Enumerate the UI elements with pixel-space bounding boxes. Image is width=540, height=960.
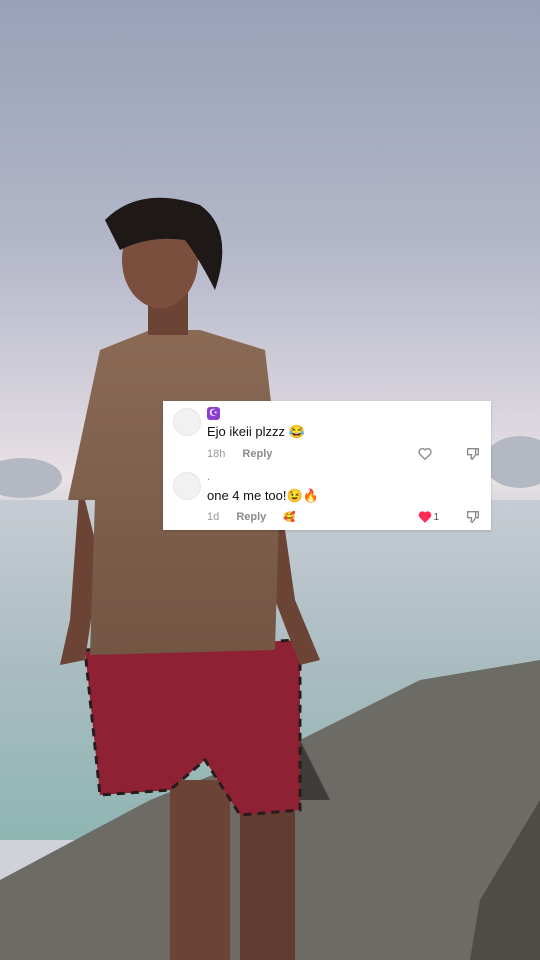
comment-text: one 4 me too!😉🔥	[207, 488, 319, 503]
creator-liked-icon: 🥰	[283, 512, 296, 523]
username[interactable]: ☪	[207, 407, 220, 420]
dislike-icon[interactable]	[465, 446, 481, 462]
reply-button[interactable]: Reply	[242, 448, 272, 460]
comment-age: 18h	[207, 448, 226, 460]
comment-item: ☪ Ejo ikeii plzzz 😂 18h Reply	[163, 401, 491, 465]
reply-button[interactable]: Reply	[236, 511, 266, 523]
avatar[interactable]	[173, 472, 201, 500]
avatar[interactable]	[173, 408, 201, 436]
comment-meta: 1d Reply 🥰	[207, 511, 296, 523]
heart-outline-icon[interactable]	[417, 446, 433, 462]
comment-item: . one 4 me too!😉🔥 1d Reply 🥰 1	[163, 465, 491, 530]
dislike-icon[interactable]	[465, 509, 481, 525]
comment-text: Ejo ikeii plzzz 😂	[207, 424, 305, 439]
crescent-badge-icon: ☪	[207, 407, 220, 420]
comment-meta: 18h Reply	[207, 448, 272, 460]
comment-card: ☪ Ejo ikeii plzzz 😂 18h Reply . one 4 me…	[163, 401, 491, 530]
heart-filled-icon[interactable]	[417, 509, 433, 525]
like-count: 1	[433, 512, 439, 523]
comment-age: 1d	[207, 511, 220, 523]
username[interactable]: .	[207, 471, 210, 483]
